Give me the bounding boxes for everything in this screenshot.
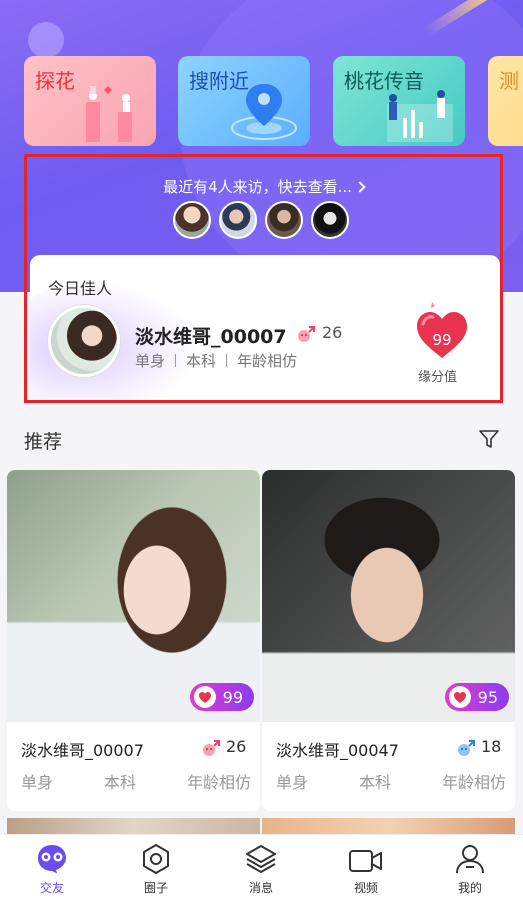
heart-icon	[448, 686, 471, 708]
tab-label: 视频	[353, 881, 378, 895]
visitor-section: 最近有4人来访，快去查看... 今日佳人 淡水维哥_00007 26 单身 本科 年…	[24, 154, 503, 403]
feature-row: 探花 搜附近 桃花传音 测	[24, 56, 523, 148]
divider	[226, 354, 228, 367]
tag: 本科	[358, 773, 391, 792]
tag: 单身	[276, 773, 309, 792]
tag: 本科	[186, 352, 217, 370]
peach-voice-illustration-icon	[387, 90, 453, 142]
today-beauty-card[interactable]: 今日佳人 淡水维哥_00007 26 单身 本科 年龄相仿 99 缘分值	[30, 255, 500, 400]
today-tags: 单身 本科 年龄相仿	[135, 350, 297, 371]
tab-label: 交友	[39, 881, 64, 895]
today-title: 今日佳人	[48, 279, 113, 298]
recommend-card[interactable]: 95 淡水维哥_00047 18 单身 本科 年龄相仿	[262, 470, 515, 811]
card-tags: 单身 本科 年龄相仿	[276, 769, 506, 793]
feature-label: 探花	[35, 69, 75, 93]
heart-icon	[417, 302, 467, 358]
feature-label: 测	[499, 69, 519, 93]
tag: 本科	[103, 773, 136, 792]
score-value: 99	[222, 687, 243, 707]
chevron-right-icon	[354, 181, 366, 193]
score-badge: 99	[189, 683, 254, 711]
tanhua-illustration-icon	[86, 86, 132, 142]
feature-test-card[interactable]: 测	[488, 56, 523, 146]
visitor-avatar[interactable]	[173, 201, 211, 239]
tab-messages[interactable]: 消息	[226, 841, 296, 896]
visitor-avatar[interactable]	[219, 201, 257, 239]
today-avatar[interactable]	[48, 305, 120, 377]
recent-visitors-text: 最近有4人来访，快去查看...	[163, 178, 352, 196]
card-tags: 单身 本科 年龄相仿	[21, 769, 251, 793]
recommend-card[interactable]: 99 淡水维哥_00007 26 单身 本科 年龄相仿	[7, 470, 260, 811]
card-age: 26	[226, 737, 247, 756]
filter-icon[interactable]	[478, 428, 500, 450]
female-icon	[298, 326, 315, 342]
friend-icon	[38, 845, 66, 873]
tab-mine[interactable]: 我的	[435, 841, 505, 896]
profile-icon	[456, 845, 484, 874]
video-icon	[349, 850, 382, 872]
tag: 年龄相仿	[186, 773, 251, 792]
circle-icon	[143, 844, 169, 874]
tab-label: 我的	[457, 881, 482, 895]
tag: 年龄相仿	[441, 773, 506, 792]
location-pin-icon	[231, 84, 297, 140]
score-badge: 95	[444, 683, 509, 711]
affinity-label: 缘分值	[418, 370, 458, 385]
tag: 单身	[21, 773, 54, 792]
visitor-avatar[interactable]	[265, 201, 303, 239]
tab-circle[interactable]: 圈子	[121, 841, 191, 896]
feature-tanhua-card[interactable]: 探花	[24, 56, 156, 146]
recommend-title: 推荐	[24, 431, 63, 453]
divider	[175, 354, 177, 367]
card-name: 淡水维哥_00047	[276, 741, 399, 760]
today-age: 26	[322, 323, 343, 342]
tab-label: 圈子	[143, 881, 168, 895]
heart-icon	[193, 686, 216, 708]
card-age: 18	[481, 737, 502, 756]
decor-dot	[28, 22, 64, 58]
today-name: 淡水维哥_00007	[135, 326, 287, 348]
tag: 单身	[135, 352, 166, 370]
tab-label: 消息	[248, 881, 273, 895]
feature-voice-card[interactable]: 桃花传音	[333, 56, 465, 146]
message-icon	[246, 845, 276, 873]
bottom-tab-bar: 交友 圈子 消息 视频 我的	[0, 834, 523, 898]
score-value: 95	[477, 687, 498, 707]
card-name: 淡水维哥_00007	[21, 741, 144, 760]
male-icon	[458, 740, 475, 756]
tab-friends[interactable]: 交友	[17, 841, 87, 896]
feature-nearby-card[interactable]: 搜附近	[178, 56, 310, 146]
visitor-avatar[interactable]	[311, 201, 349, 239]
affinity-score: 99	[432, 331, 452, 349]
female-icon	[203, 740, 220, 756]
tab-video[interactable]: 视频	[331, 841, 401, 896]
tag: 年龄相仿	[237, 352, 298, 370]
recent-visitors-link[interactable]: 最近有4人来访，快去查看...	[27, 176, 500, 197]
